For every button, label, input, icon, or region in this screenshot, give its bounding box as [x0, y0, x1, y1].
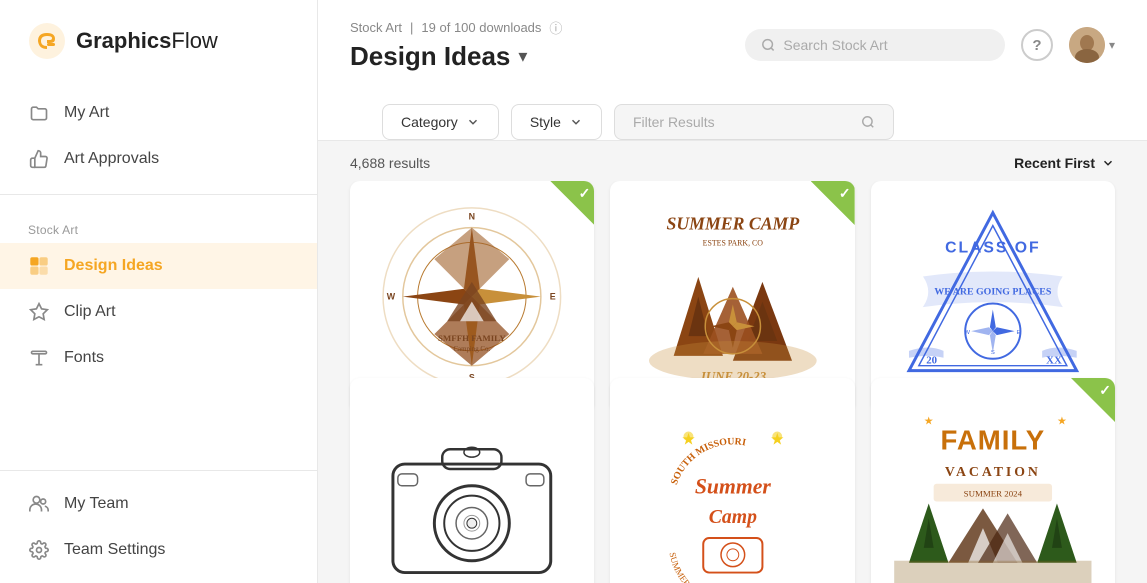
- style-filter-button[interactable]: Style: [511, 104, 602, 140]
- settings-icon: [28, 539, 50, 561]
- sidebar-item-label: Fonts: [64, 349, 104, 367]
- svg-text:★: ★: [924, 416, 934, 428]
- svg-text:W: W: [387, 292, 396, 302]
- svg-text:20: 20: [926, 355, 937, 367]
- art-camera: [368, 395, 576, 583]
- thumbs-up-icon: [28, 148, 50, 170]
- svg-text:W: W: [964, 331, 970, 337]
- sidebar-item-design-ideas[interactable]: Design Ideas: [0, 243, 317, 289]
- logo-icon: [28, 22, 66, 60]
- art-summer-camp2: ★ ★ SOUTH MISSOURI Summer Camp SUMMER AD…: [629, 395, 837, 583]
- svg-text:SUMMER CAMP: SUMMER CAMP: [666, 214, 799, 234]
- header-right: ? ▾: [745, 27, 1115, 63]
- header-top: Stock Art | 19 of 100 downloads ⓘ Design…: [350, 18, 1115, 72]
- art-grid: SMFFH FAMILY Camping Co. N S W E: [318, 181, 1147, 583]
- category-filter-button[interactable]: Category: [382, 104, 499, 140]
- design-icon: [28, 255, 50, 277]
- sort-label: Recent First: [1014, 155, 1095, 171]
- results-row: 4,688 results Recent First: [318, 141, 1147, 181]
- svg-text:Camp: Camp: [708, 507, 756, 529]
- svg-text:E: E: [550, 292, 556, 302]
- sidebar-item-team-settings[interactable]: Team Settings: [0, 527, 317, 573]
- filters-row: Category Style Filter Results: [350, 86, 1115, 140]
- search-input[interactable]: [783, 37, 989, 53]
- clip-art-icon: [28, 301, 50, 323]
- svg-text:WE ARE GOING PLACES: WE ARE GOING PLACES: [934, 287, 1051, 298]
- art-card-4[interactable]: [350, 378, 594, 583]
- search-bar[interactable]: [745, 29, 1005, 61]
- svg-text:S: S: [991, 350, 995, 356]
- svg-text:N: N: [469, 212, 475, 222]
- sidebar-item-label: Team Settings: [64, 541, 165, 559]
- sidebar-item-label: My Art: [64, 104, 109, 122]
- svg-text:SUMMER 2024: SUMMER 2024: [964, 489, 1023, 499]
- sidebar-item-label: Design Ideas: [64, 257, 163, 275]
- category-label: Category: [401, 114, 458, 130]
- sidebar-item-label: Art Approvals: [64, 150, 159, 168]
- nav-main: My Art Art Approvals Stock Art Design Id…: [0, 82, 317, 389]
- svg-text:E: E: [1016, 331, 1020, 337]
- svg-text:CLASS OF: CLASS OF: [945, 240, 1041, 257]
- sidebar: GraphicsFlow My Art Art Approvals Stock …: [0, 0, 318, 583]
- sidebar-item-label: My Team: [64, 495, 129, 513]
- stock-art-section-label: Stock Art: [0, 207, 317, 243]
- search-icon: [861, 115, 875, 129]
- divider: [0, 194, 317, 195]
- sidebar-item-label: Clip Art: [64, 303, 116, 321]
- sidebar-bottom: My Team Team Settings: [0, 470, 317, 583]
- fonts-icon: [28, 347, 50, 369]
- svg-text:XX: XX: [1046, 355, 1062, 367]
- art-summer-camp: SUMMER CAMP ESTES PARK, CO JUNE 20-23: [629, 198, 837, 395]
- sidebar-item-my-team[interactable]: My Team: [0, 481, 317, 527]
- title-dropdown-chevron[interactable]: ▾: [518, 46, 527, 67]
- art-compass-camping: SMFFH FAMILY Camping Co. N S W E: [368, 198, 576, 395]
- chevron-down-icon: [1101, 156, 1115, 170]
- team-icon: [28, 493, 50, 515]
- page-title-row: Design Ideas ▾: [350, 41, 562, 72]
- svg-text:FAMILY: FAMILY: [941, 425, 1046, 456]
- svg-text:Summer: Summer: [695, 475, 771, 499]
- filter-placeholder: Filter Results: [633, 114, 715, 130]
- help-button[interactable]: ?: [1021, 29, 1053, 61]
- sidebar-item-my-art[interactable]: My Art: [0, 90, 317, 136]
- header: Stock Art | 19 of 100 downloads ⓘ Design…: [318, 0, 1147, 141]
- avatar: [1069, 27, 1105, 63]
- chevron-down-icon: [569, 115, 583, 129]
- style-label: Style: [530, 114, 561, 130]
- header-left: Stock Art | 19 of 100 downloads ⓘ Design…: [350, 18, 562, 72]
- folder-icon: [28, 102, 50, 124]
- sort-button[interactable]: Recent First: [1014, 155, 1115, 171]
- svg-text:ESTES PARK, CO: ESTES PARK, CO: [702, 239, 763, 248]
- avatar-chevron: ▾: [1109, 38, 1115, 52]
- sidebar-item-art-approvals[interactable]: Art Approvals: [0, 136, 317, 182]
- svg-text:★: ★: [1057, 416, 1067, 428]
- results-count: 4,688 results: [350, 155, 430, 171]
- svg-text:Camping Co.: Camping Co.: [454, 346, 491, 353]
- art-class-of: CLASS OF WE ARE GOING PLACES N S W E 20 …: [889, 198, 1097, 395]
- info-icon[interactable]: ⓘ: [549, 18, 562, 37]
- logo-text: GraphicsFlow: [76, 28, 218, 54]
- chevron-down-icon: [466, 115, 480, 129]
- filter-results-input[interactable]: Filter Results: [614, 104, 894, 140]
- art-card-5[interactable]: ★ ★ SOUTH MISSOURI Summer Camp SUMMER AD…: [610, 378, 854, 583]
- search-icon: [761, 37, 775, 53]
- art-card-6[interactable]: FAMILY VACATION SUMMER 2024 ★ ★: [871, 378, 1115, 583]
- main-content: Stock Art | 19 of 100 downloads ⓘ Design…: [318, 0, 1147, 583]
- svg-text:N: N: [991, 321, 995, 327]
- avatar-button[interactable]: ▾: [1069, 27, 1115, 63]
- sidebar-item-fonts[interactable]: Fonts: [0, 335, 317, 381]
- svg-text:VACATION: VACATION: [945, 464, 1041, 479]
- art-family-vacation: FAMILY VACATION SUMMER 2024 ★ ★: [889, 395, 1097, 583]
- logo: GraphicsFlow: [0, 0, 317, 82]
- svg-text:SMFFH FAMILY: SMFFH FAMILY: [438, 333, 506, 343]
- sidebar-item-clip-art[interactable]: Clip Art: [0, 289, 317, 335]
- page-title: Design Ideas: [350, 41, 510, 72]
- breadcrumb: Stock Art | 19 of 100 downloads ⓘ: [350, 18, 562, 37]
